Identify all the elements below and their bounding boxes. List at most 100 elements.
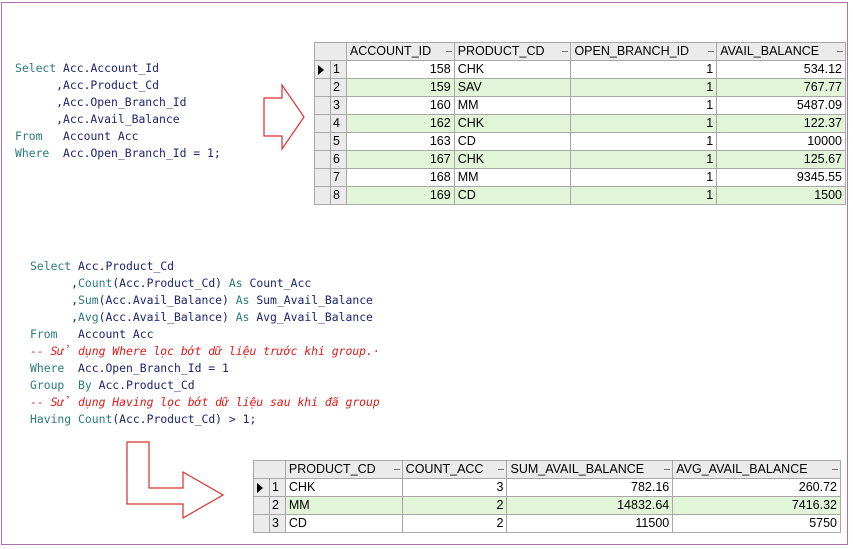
code-line: Having Count(Acc.Product_Cd) > 1; (30, 411, 380, 428)
row-indicator[interactable] (314, 96, 331, 115)
row-number: 2 (329, 78, 347, 97)
row-indicator[interactable] (253, 514, 270, 533)
table-cell[interactable]: CHK (453, 150, 572, 169)
table-cell[interactable]: 1 (570, 114, 718, 133)
table-cell[interactable]: CHK (453, 114, 572, 133)
table-cell[interactable]: CD (453, 186, 572, 205)
table-row[interactable]: 5 163 CD 1 10000 (314, 132, 846, 151)
table-cell[interactable]: 9345.55 (716, 168, 846, 187)
table-cell[interactable]: 1 (570, 60, 718, 79)
column-header[interactable]: OPEN_BRANCH_ID (570, 42, 718, 61)
row-number: 1 (329, 60, 347, 79)
table-cell[interactable]: 125.67 (716, 150, 846, 169)
table-cell[interactable]: 162 (345, 114, 455, 133)
table-cell[interactable]: MM (453, 96, 572, 115)
table-cell[interactable]: 167 (345, 150, 455, 169)
table-cell[interactable]: 3 (401, 478, 508, 497)
table-row[interactable]: 4 162 CHK 1 122.37 (314, 114, 846, 133)
row-indicator[interactable] (314, 186, 331, 205)
code-line: Select Acc.Account_Id (15, 60, 221, 77)
row-indicator[interactable] (314, 150, 331, 169)
sql-text: ,Acc.Product_Cd (15, 78, 160, 92)
table-cell[interactable]: 767.77 (716, 78, 846, 97)
table-cell[interactable]: 160 (345, 96, 455, 115)
row-number: 1 (268, 478, 286, 497)
code-line: ,Avg(Acc.Avail_Balance) As Avg_Avail_Bal… (30, 309, 380, 326)
table-cell[interactable]: 122.37 (716, 114, 846, 133)
table-cell[interactable]: CD (284, 514, 403, 533)
result-grid-2[interactable]: PRODUCT_CD COUNT_ACC SUM_AVAIL_BALANCE AVG_… (253, 460, 841, 533)
sql-query-2: Select Acc.Product_Cd ,Count(Acc.Product… (30, 258, 380, 428)
table-cell[interactable]: 2 (401, 496, 508, 515)
table-row[interactable]: 8 169 CD 1 1500 (314, 186, 846, 205)
table-cell[interactable]: 5750 (672, 514, 841, 533)
table-cell[interactable]: SAV (453, 78, 572, 97)
column-header-label: AVG_AVAIL_BALANCE (676, 462, 808, 476)
column-sort-icon (664, 469, 671, 470)
column-header[interactable]: SUM_AVAIL_BALANCE (506, 460, 674, 479)
table-cell[interactable]: 7416.32 (672, 496, 841, 515)
table-row[interactable]: 2 MM 2 14832.64 7416.32 (253, 496, 841, 515)
row-indicator[interactable] (314, 78, 331, 97)
column-header-label: PRODUCT_CD (288, 462, 376, 476)
code-line: ,Sum(Acc.Avail_Balance) As Sum_Avail_Bal… (30, 292, 380, 309)
table-cell[interactable]: MM (284, 496, 403, 515)
table-row[interactable]: 1 CHK 3 782.16 260.72 (253, 478, 841, 497)
column-header[interactable]: PRODUCT_CD (453, 42, 572, 61)
table-cell[interactable]: CHK (284, 478, 403, 497)
column-header[interactable]: ACCOUNT_ID (345, 42, 455, 61)
result-grid-1[interactable]: ACCOUNT_ID PRODUCT_CD OPEN_BRANCH_ID AVAIL_… (314, 42, 846, 205)
table-cell[interactable]: 1 (570, 168, 718, 187)
column-header[interactable]: AVAIL_BALANCE (716, 42, 846, 61)
table-cell[interactable]: 163 (345, 132, 455, 151)
current-row-indicator-icon (318, 64, 324, 75)
row-number: 3 (329, 96, 347, 115)
table-cell[interactable]: 1 (570, 132, 718, 151)
sql-text: Account Acc (42, 129, 139, 143)
row-indicator[interactable] (314, 168, 331, 187)
table-cell[interactable]: CHK (453, 60, 572, 79)
sql-keyword: By (78, 378, 92, 392)
column-header[interactable]: AVG_AVAIL_BALANCE (672, 460, 841, 479)
row-indicator[interactable] (314, 114, 331, 133)
table-cell[interactable]: 534.12 (716, 60, 846, 79)
sql-keyword: Where (30, 361, 65, 375)
table-row[interactable]: 1 158 CHK 1 534.12 (314, 60, 846, 79)
sql-keyword: Avg (78, 310, 99, 324)
table-cell[interactable]: CD (453, 132, 572, 151)
table-row[interactable]: 2 159 SAV 1 767.77 (314, 78, 846, 97)
table-cell[interactable]: 1 (570, 150, 718, 169)
table-cell[interactable]: 11500 (506, 514, 674, 533)
table-cell[interactable]: MM (453, 168, 572, 187)
row-indicator[interactable] (314, 132, 331, 151)
table-cell[interactable]: 2 (401, 514, 508, 533)
row-number: 7 (329, 168, 347, 187)
column-header[interactable]: COUNT_ACC (401, 460, 508, 479)
table-cell[interactable]: 5487.09 (716, 96, 846, 115)
table-cell[interactable]: 1 (570, 96, 718, 115)
table-cell[interactable]: 14832.64 (506, 496, 674, 515)
row-indicator[interactable] (314, 60, 331, 79)
table-cell[interactable]: 1 (570, 186, 718, 205)
table-row[interactable]: 3 CD 2 11500 5750 (253, 514, 841, 533)
sql-text: Acc.Product_Cd (71, 259, 175, 273)
column-header-label: AVAIL_BALANCE (720, 44, 820, 58)
table-cell[interactable]: 260.72 (672, 478, 841, 497)
column-header[interactable]: PRODUCT_CD (284, 460, 403, 479)
sql-text: , (30, 293, 79, 307)
table-cell[interactable]: 1500 (716, 186, 846, 205)
row-indicator[interactable] (253, 496, 270, 515)
table-cell[interactable]: 1 (570, 78, 718, 97)
table-row[interactable]: 3 160 MM 1 5487.09 (314, 96, 846, 115)
table-cell[interactable]: 169 (345, 186, 455, 205)
row-indicator[interactable] (253, 478, 270, 497)
table-cell[interactable]: 10000 (716, 132, 846, 151)
table-cell[interactable]: 159 (345, 78, 455, 97)
row-number: 2 (268, 496, 286, 515)
table-row[interactable]: 6 167 CHK 1 125.67 (314, 150, 846, 169)
table-row[interactable]: 7 168 MM 1 9345.55 (314, 168, 846, 187)
table-cell[interactable]: 168 (345, 168, 455, 187)
table-cell[interactable]: 782.16 (506, 478, 674, 497)
table-cell[interactable]: 158 (345, 60, 455, 79)
